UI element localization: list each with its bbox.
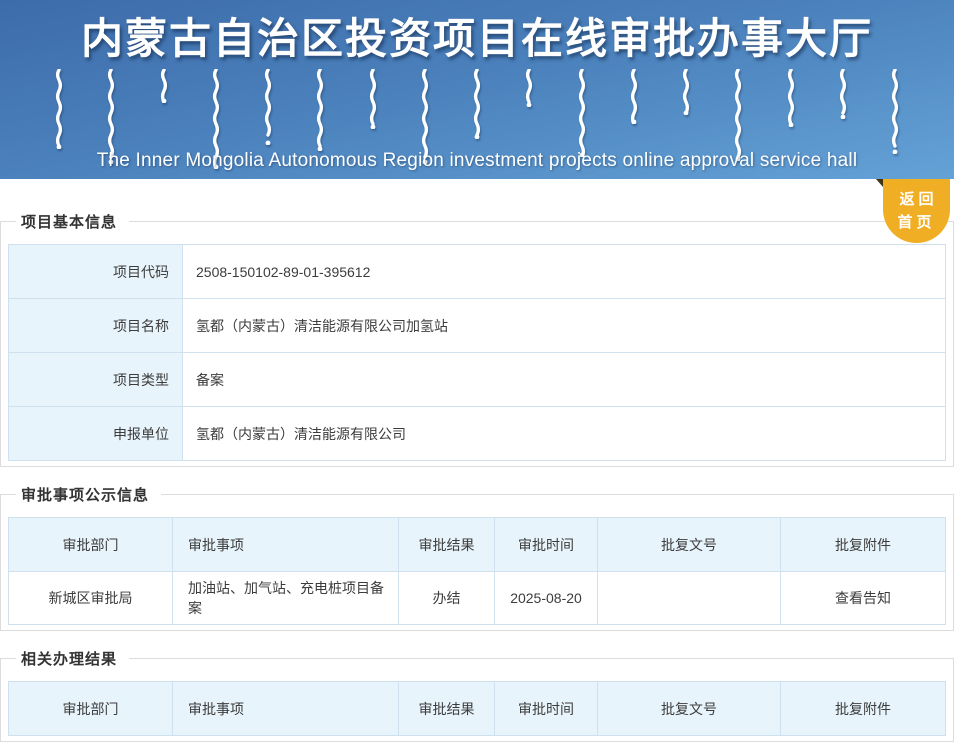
project-basic-info-table: 项目代码 2508-150102-89-01-395612 项目名称 氢都（内蒙古）清…	[8, 244, 946, 461]
approval-public-info-table: 审批部门 审批事项 审批结果 审批时间 批复文号 批复附件 新城区审批局 加油站、加气站、充电…	[8, 517, 946, 625]
field-label: 项目名称	[8, 298, 183, 353]
table-cell	[597, 571, 781, 625]
site-title-chinese: 内蒙古自治区投资项目在线审批办事大厅	[80, 15, 873, 62]
column-header: 审批结果	[398, 681, 495, 736]
column-header: 审批部门	[8, 681, 173, 736]
section-title-approval-public-info: 审批事项公示信息	[21, 487, 150, 504]
table-row: 项目代码 2508-150102-89-01-395612	[8, 244, 946, 299]
section-title-related-results: 相关办理结果	[21, 651, 118, 668]
column-header: 审批事项	[172, 517, 399, 572]
view-notice-link[interactable]: 查看告知	[780, 571, 946, 625]
back-home-button[interactable]: 返回 首页	[876, 179, 950, 243]
field-value: 氢都（内蒙古）清洁能源有限公司	[182, 406, 946, 461]
back-home-label-line2: 首页	[897, 214, 936, 231]
field-value: 氢都（内蒙古）清洁能源有限公司加氢站	[182, 298, 946, 353]
section-title-project-basic-info: 项目基本信息	[21, 214, 118, 231]
column-header: 审批结果	[398, 517, 495, 572]
field-value: 2508-150102-89-01-395612	[182, 244, 946, 299]
mongolian-word-glyph	[160, 69, 167, 103]
mongolian-word-glyph	[55, 69, 63, 149]
mongolian-word-glyph	[578, 69, 585, 157]
column-header: 批复文号	[597, 517, 781, 572]
mongolian-word-glyph	[264, 69, 272, 145]
mongolian-word-glyph	[526, 69, 533, 107]
column-header: 审批事项	[172, 681, 399, 736]
field-label: 申报单位	[8, 406, 183, 461]
column-header: 审批时间	[494, 517, 598, 572]
mongolian-word-glyph	[473, 69, 481, 139]
section-approval-public-info: 审批事项公示信息 审批部门 审批事项 审批结果 审批时间 批复文号 批复附件 新城区审批局加…	[0, 484, 954, 631]
section-related-results: 相关办理结果 审批部门 审批事项 审批结果 审批时间 批复文号 批复附件	[0, 648, 954, 742]
table-row: 项目类型 备案	[8, 352, 946, 407]
table-row: 项目名称 氢都（内蒙古）清洁能源有限公司加氢站	[8, 298, 946, 353]
column-header: 批复文号	[597, 681, 781, 736]
table-cell: 新城区审批局	[8, 571, 173, 625]
column-header: 批复附件	[780, 681, 946, 736]
table-header-row: 审批部门 审批事项 审批结果 审批时间 批复文号 批复附件	[8, 517, 946, 572]
site-title-english: The Inner Mongolia Autonomous Region inv…	[96, 150, 858, 171]
mongolian-word-glyph	[630, 69, 637, 124]
table-header-row: 审批部门 审批事项 审批结果 审批时间 批复文号 批复附件	[8, 681, 946, 736]
related-results-table: 审批部门 审批事项 审批结果 审批时间 批复文号 批复附件	[8, 681, 946, 736]
mongolian-word-glyph	[682, 69, 690, 115]
back-home-label-line1: 返回	[899, 191, 938, 208]
table-row: 申报单位 氢都（内蒙古）清洁能源有限公司	[8, 406, 946, 461]
mongolian-script-decoration	[54, 69, 900, 169]
table-cell: 办结	[398, 571, 495, 625]
column-header: 批复附件	[780, 517, 946, 572]
column-header: 审批时间	[494, 681, 598, 736]
mongolian-word-glyph	[787, 69, 794, 127]
field-value: 备案	[182, 352, 946, 407]
site-banner: 内蒙古自治区投资项目在线审批办事大厅 The Inner Mongolia Au…	[0, 0, 954, 179]
table-row: 新城区审批局 加油站、加气站、充电桩项目备案 办结 2025-08-20 查看告知	[8, 571, 946, 625]
mongolian-word-glyph	[317, 69, 324, 151]
page: 内蒙古自治区投资项目在线审批办事大厅 The Inner Mongolia Au…	[0, 0, 954, 754]
mongolian-word-glyph	[735, 69, 742, 161]
table-cell: 2025-08-20	[494, 571, 598, 625]
content-area: 项目基本信息 项目代码 2508-150102-89-01-395612 项目名称氢…	[0, 179, 954, 742]
field-label: 项目类型	[8, 352, 183, 407]
section-project-basic-info: 项目基本信息 项目代码 2508-150102-89-01-395612 项目名称氢…	[0, 211, 954, 467]
table-cell: 加油站、加气站、充电桩项目备案	[172, 571, 399, 625]
mongolian-word-glyph	[891, 69, 899, 154]
mongolian-word-glyph	[839, 69, 846, 119]
mongolian-word-glyph	[369, 69, 376, 129]
field-label: 项目代码	[8, 244, 183, 299]
column-header: 审批部门	[8, 517, 173, 572]
